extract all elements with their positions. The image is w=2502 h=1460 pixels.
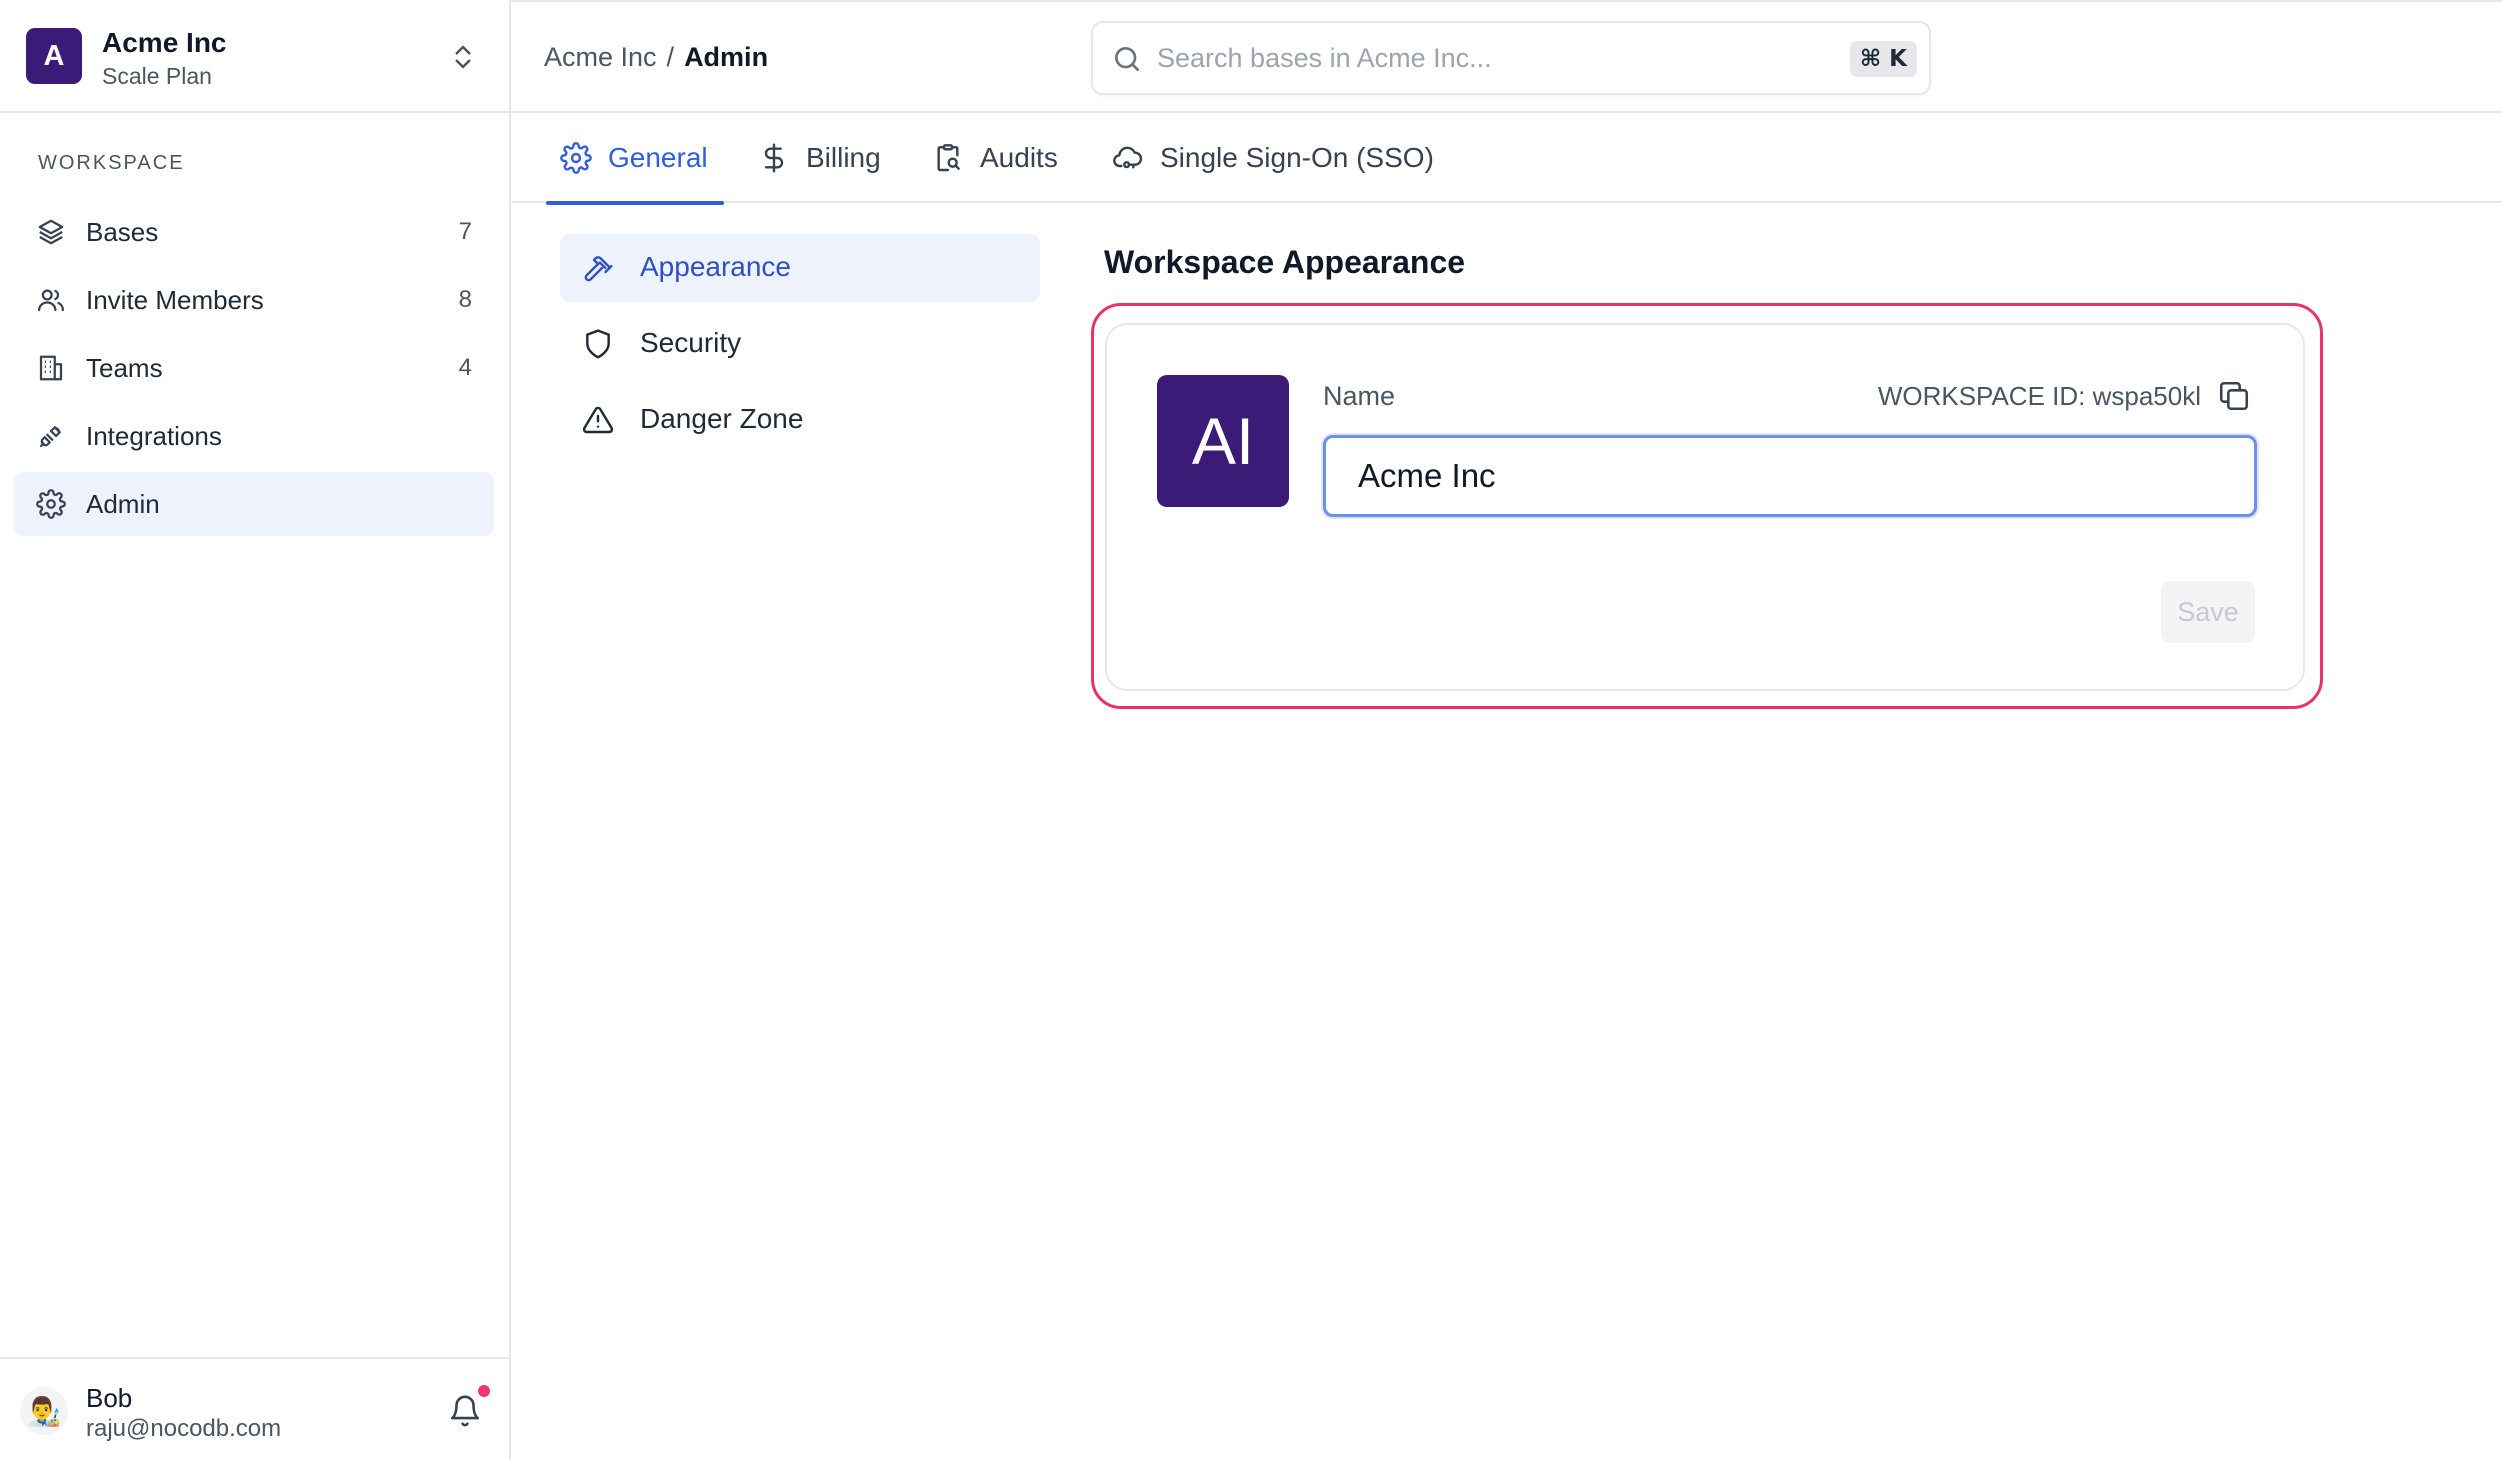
sidebar-item-label: Teams — [86, 352, 163, 383]
workspace-name-input[interactable] — [1323, 435, 2257, 517]
tab-general[interactable]: General — [546, 113, 724, 205]
sidebar-item-label: Bases — [86, 216, 159, 247]
sidebar-item-invite-members[interactable]: Invite Members 8 — [14, 268, 494, 332]
user-name: Bob — [86, 1383, 133, 1413]
breadcrumb: Acme Inc / Admin — [544, 42, 768, 73]
page-title: Workspace Appearance — [1104, 244, 1466, 280]
name-label: Name — [1323, 381, 1396, 411]
submenu-item-danger-zone[interactable]: Danger Zone — [560, 386, 1040, 454]
search-shortcut: ⌘ K — [1849, 41, 1917, 77]
sidebar-item-bases[interactable]: Bases 7 — [14, 200, 494, 264]
submenu-item-label: Security — [640, 327, 742, 358]
workspace-avatar: A — [26, 28, 82, 84]
search-input[interactable]: Search bases in Acme Inc... ⌘ K — [1091, 21, 1931, 95]
tab-label: General — [608, 142, 708, 173]
sidebar-item-integrations[interactable]: Integrations — [14, 404, 494, 468]
save-button[interactable]: Save — [2161, 581, 2255, 643]
workspace-id: WORKSPACE ID: wspa50kl — [1877, 381, 2201, 411]
user-email: raju@nocodb.com — [86, 1415, 282, 1442]
top-bar: Acme Inc / Admin Search bases in Acme Inc.… — [511, 0, 2502, 113]
chevron-up-down-icon[interactable] — [448, 40, 478, 74]
sidebar-item-label: Invite Members — [86, 284, 264, 315]
gear-icon — [560, 142, 592, 174]
building-icon — [36, 353, 66, 383]
users-icon — [36, 285, 66, 315]
sidebar-item-label: Admin — [86, 488, 160, 519]
tab-label: Single Sign-On (SSO) — [1160, 142, 1434, 173]
search-placeholder: Search bases in Acme Inc... — [1157, 43, 1492, 73]
submenu-item-label: Danger Zone — [640, 403, 804, 434]
workspace-switcher[interactable]: A Acme Inc Scale Plan — [0, 0, 509, 113]
workspace-name: Acme Inc — [102, 27, 227, 58]
dollar-icon — [758, 142, 790, 174]
tab-billing[interactable]: Billing — [758, 113, 881, 203]
sidebar-nav: Bases 7 Invite Members 8 Teams 4 Integra… — [14, 200, 494, 540]
breadcrumb-separator: / — [666, 42, 675, 72]
general-submenu: Appearance Security Danger Zone — [560, 234, 1040, 462]
appearance-card: AI Name WORKSPACE ID: wspa50kl Save — [1105, 323, 2305, 691]
breadcrumb-parent[interactable]: Acme Inc — [544, 42, 657, 72]
submenu-item-label: Appearance — [640, 251, 792, 282]
sidebar-item-teams[interactable]: Teams 4 — [14, 336, 494, 400]
layers-icon — [36, 217, 66, 247]
shield-icon — [582, 328, 614, 360]
sidebar-item-count: 8 — [458, 286, 472, 313]
workspace-section-label: WORKSPACE — [38, 152, 185, 174]
tab-sso[interactable]: Single Sign-On (SSO) — [1112, 113, 1434, 203]
hammer-icon — [582, 252, 614, 284]
avatar: 👨‍🎨 — [20, 1387, 68, 1435]
sidebar: A Acme Inc Scale Plan WORKSPACE Bases 7 … — [0, 0, 511, 1460]
warning-icon — [582, 404, 614, 436]
tab-label: Audits — [980, 142, 1058, 173]
user-profile[interactable]: 👨‍🎨 Bob raju@nocodb.com — [0, 1357, 509, 1460]
sidebar-item-count: 4 — [458, 354, 472, 381]
gear-icon — [36, 489, 66, 519]
breadcrumb-current: Admin — [684, 42, 769, 72]
sidebar-item-label: Integrations — [86, 420, 222, 451]
workspace-plan: Scale Plan — [102, 63, 212, 89]
sidebar-item-admin[interactable]: Admin — [14, 472, 494, 536]
sidebar-item-count: 7 — [458, 218, 472, 245]
tab-label: Billing — [806, 142, 881, 173]
plug-icon — [36, 421, 66, 451]
tab-audits[interactable]: Audits — [932, 113, 1058, 203]
workspace-icon-avatar[interactable]: AI — [1157, 375, 1289, 507]
notification-dot — [478, 1385, 490, 1397]
submenu-item-appearance[interactable]: Appearance — [560, 234, 1040, 302]
submenu-item-security[interactable]: Security — [560, 310, 1040, 378]
clipboard-search-icon — [932, 142, 964, 174]
copy-icon[interactable] — [2217, 379, 2251, 413]
admin-tabs: General Billing Audits Single Sign-On (S… — [511, 113, 2502, 205]
bell-icon[interactable] — [448, 1393, 482, 1429]
search-icon — [1111, 43, 1143, 75]
cloud-key-icon — [1112, 142, 1144, 174]
